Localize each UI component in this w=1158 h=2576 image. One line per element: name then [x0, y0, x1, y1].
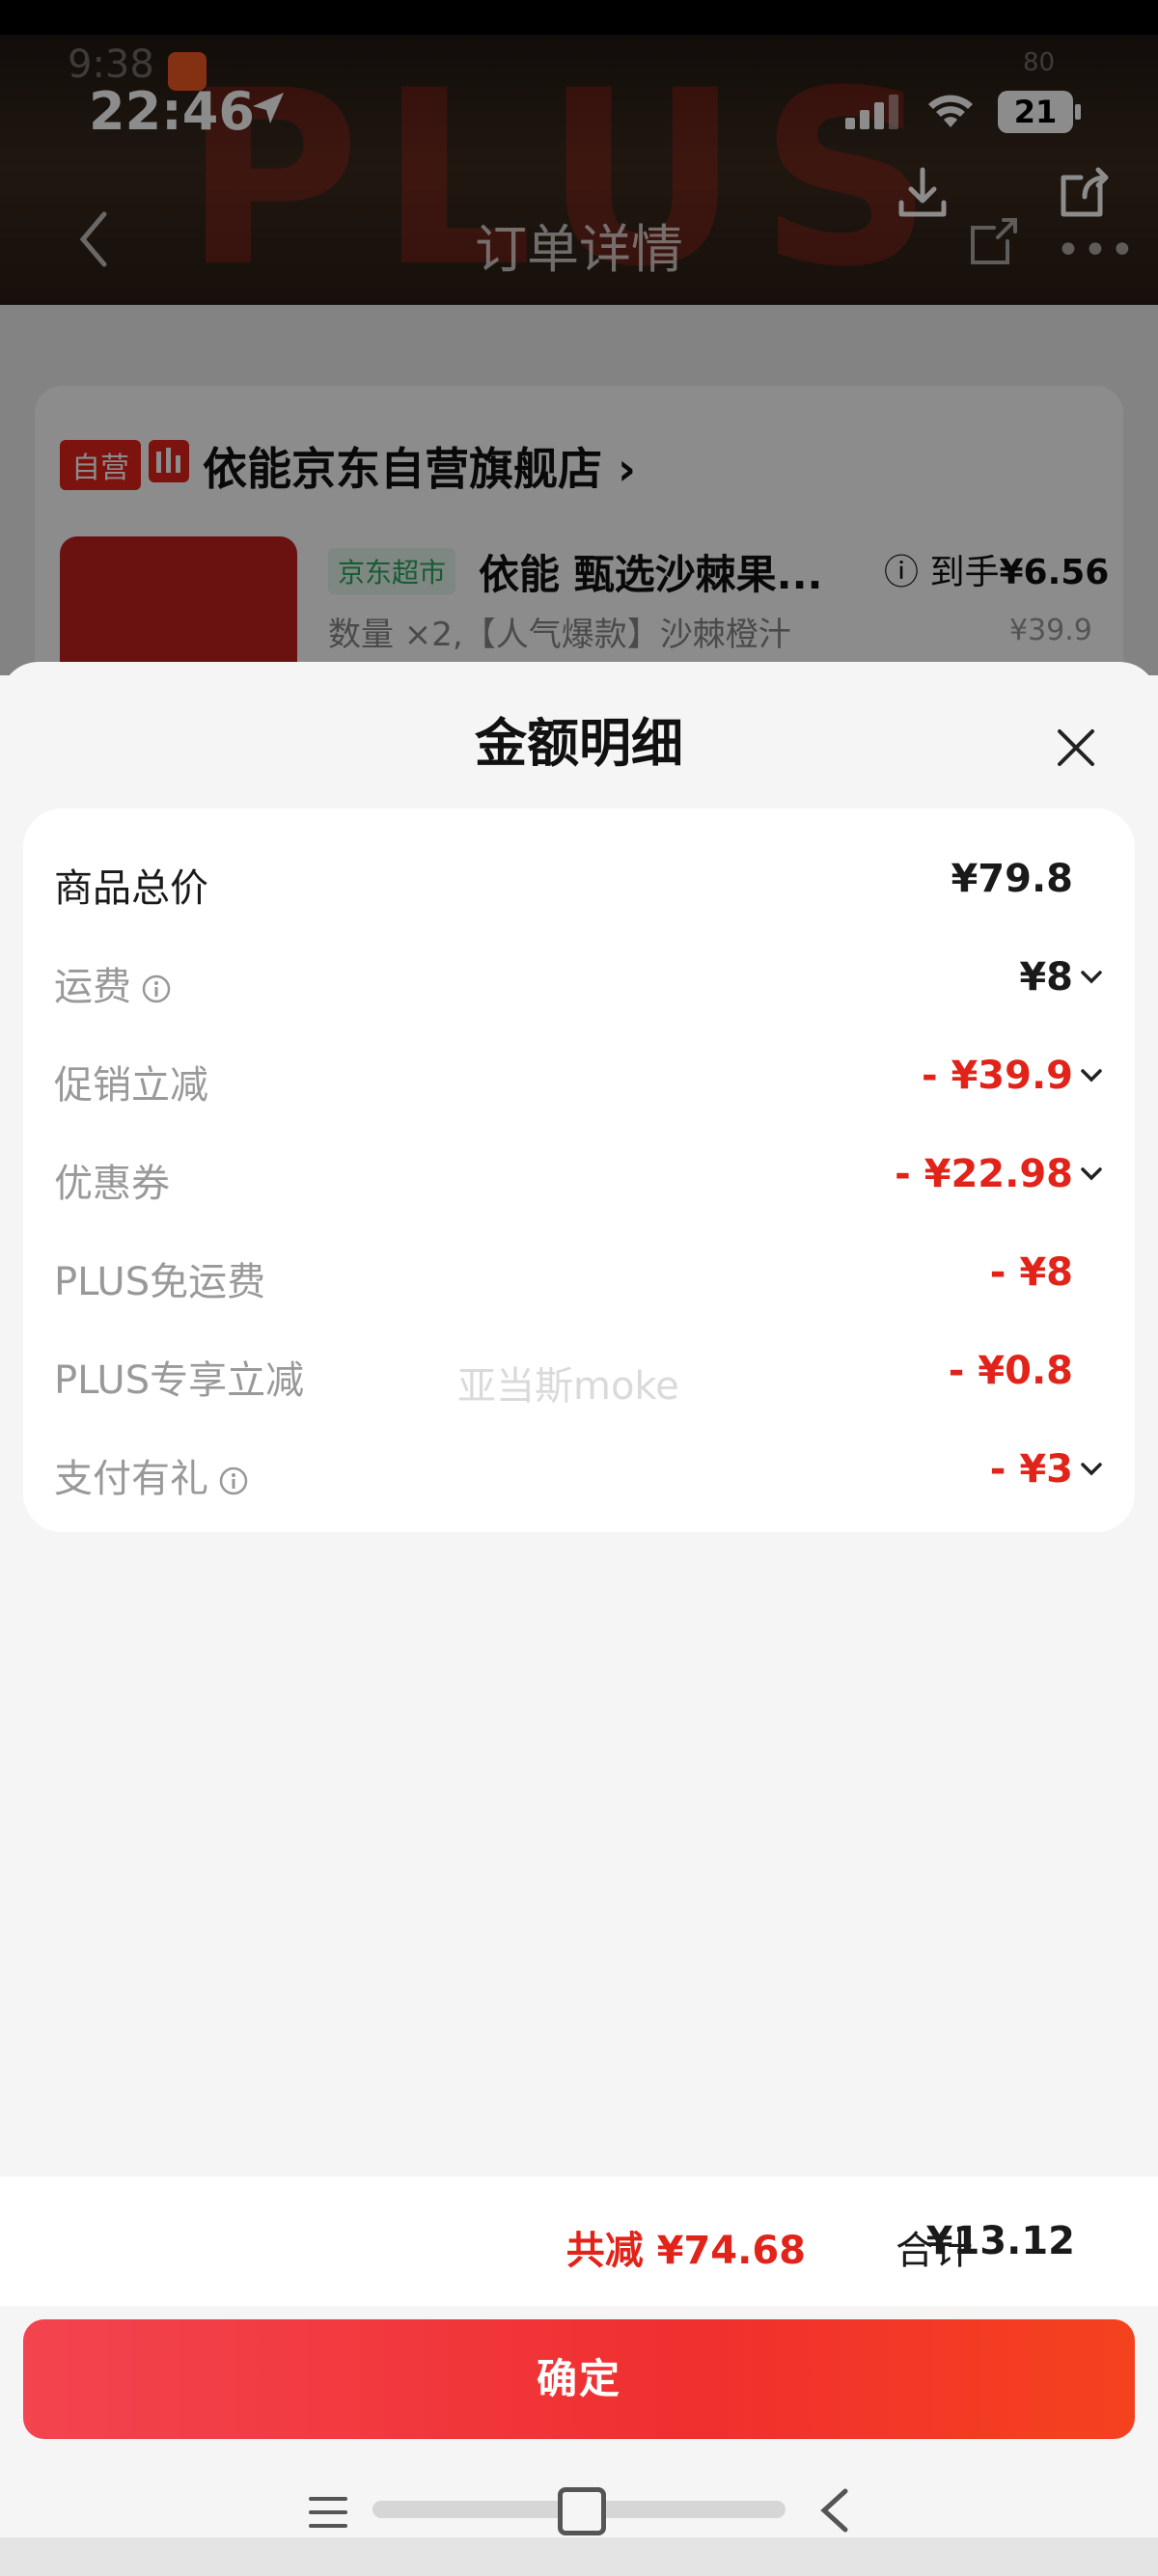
row-label: 运费: [54, 955, 172, 1011]
row-value: ¥79.8: [951, 857, 1073, 901]
row-shipping[interactable]: 运费 ¥8: [23, 945, 1135, 1013]
row-promotion-discount[interactable]: 促销立减 - ¥39.9: [23, 1044, 1135, 1111]
bottom-edge: [0, 2537, 1158, 2576]
menu-icon[interactable]: [307, 2491, 349, 2534]
watermark-text: 亚当斯moke: [457, 1364, 679, 1409]
chevron-down-icon[interactable]: [1077, 1061, 1106, 1090]
confirm-button[interactable]: 确定: [23, 2319, 1135, 2439]
row-value: - ¥39.9: [921, 1054, 1073, 1098]
amount-detail-card: 商品总价 ¥79.8 运费 ¥8 促销立减 - ¥39.9 优惠券 - ¥22.…: [23, 808, 1135, 1532]
row-value: - ¥8: [989, 1250, 1073, 1295]
sheet-title: 金额明细: [475, 713, 683, 774]
home-icon[interactable]: [558, 2487, 606, 2535]
row-value: ¥8: [1019, 955, 1073, 1000]
total-amount: ¥13.12: [925, 2219, 1075, 2263]
chevron-down-icon[interactable]: [1077, 1160, 1106, 1189]
info-icon[interactable]: [218, 1466, 249, 1496]
row-label: PLUS免运费: [54, 1260, 266, 1304]
background-order-page: PLUS 9:38 80 22:46 21 订单详情 ••• 自营 依能京东自营…: [0, 0, 1158, 729]
close-icon[interactable]: [1040, 712, 1112, 783]
nav-back-icon[interactable]: [816, 2487, 855, 2534]
row-value: - ¥22.98: [895, 1152, 1073, 1196]
chevron-down-icon[interactable]: [1077, 963, 1106, 992]
total-saved: 共减 ¥74.68: [565, 2229, 806, 2273]
row-label: 支付有礼: [54, 1447, 249, 1503]
row-value: - ¥3: [989, 1447, 1073, 1492]
row-value: - ¥0.8: [948, 1349, 1073, 1393]
row-label: 促销立减: [54, 1063, 208, 1108]
price-summary-footer: 共减 ¥74.68 合计 ¥13.12: [0, 2177, 1158, 2306]
row-label: 优惠券: [54, 1162, 170, 1206]
row-payment-gift[interactable]: 支付有礼 - ¥3: [23, 1438, 1135, 1505]
row-goods-total: 商品总价 ¥79.8: [23, 847, 1135, 915]
row-plus-free-shipping: PLUS免运费 - ¥8: [23, 1241, 1135, 1308]
row-coupon[interactable]: 优惠券 - ¥22.98: [23, 1142, 1135, 1210]
row-label: PLUS专享立减: [54, 1358, 305, 1403]
row-label: 商品总价: [54, 866, 208, 911]
chevron-down-icon[interactable]: [1077, 1455, 1106, 1484]
info-icon[interactable]: [141, 973, 172, 1004]
modal-dim-overlay[interactable]: [0, 0, 1158, 675]
